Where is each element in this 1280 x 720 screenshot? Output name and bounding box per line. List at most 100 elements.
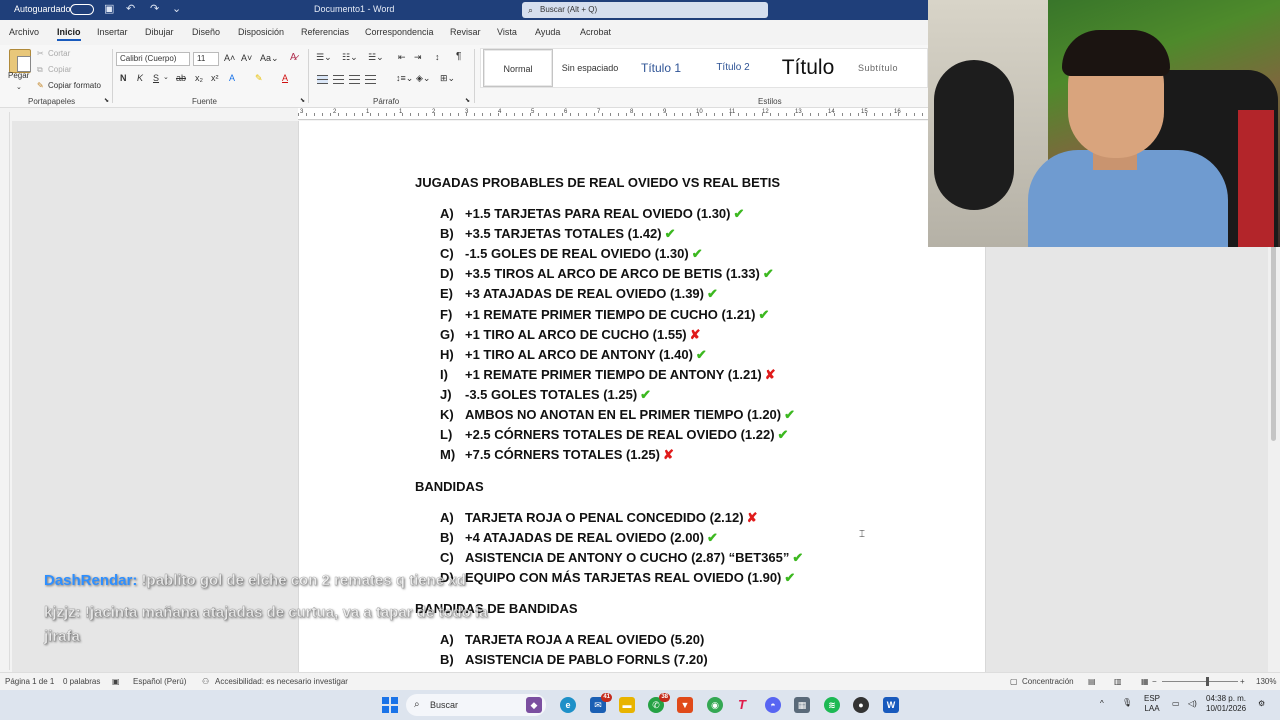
widgets-icon[interactable]: ◆	[526, 697, 542, 713]
clock[interactable]: 04:38 p. m. 10/01/2026	[1206, 694, 1246, 714]
accessibility-status[interactable]: Accesibilidad: es necesario investigar	[215, 677, 348, 686]
numbering-icon[interactable]: ☷⌄	[342, 52, 358, 63]
cut-icon[interactable]: ✂	[37, 49, 44, 58]
vertical-ruler[interactable]	[2, 112, 10, 670]
word-icon[interactable]: W	[883, 697, 899, 713]
align-left-icon[interactable]	[317, 75, 328, 84]
discord-icon[interactable]: ◓	[765, 697, 781, 713]
customize-quick-access-icon[interactable]: ⌄	[172, 3, 184, 15]
edge-icon[interactable]: e	[560, 697, 576, 713]
paste-dropdown-icon[interactable]: ⌄	[16, 83, 22, 91]
shading-icon[interactable]: ◈⌄	[416, 73, 430, 84]
spotify-icon[interactable]: ≋	[824, 697, 840, 713]
show-marks-icon[interactable]: ¶	[456, 51, 461, 62]
tab-archivo[interactable]: Archivo	[9, 27, 39, 37]
tab-disposicion[interactable]: Disposición	[238, 27, 284, 37]
tab-vista[interactable]: Vista	[497, 27, 517, 37]
brave-icon[interactable]: ▼	[677, 697, 693, 713]
page-count[interactable]: Página 1 de 1	[5, 677, 54, 686]
italic-icon[interactable]: K	[137, 73, 143, 83]
increase-indent-icon[interactable]: ⇥	[414, 52, 422, 63]
line-spacing-icon[interactable]: ↕≡⌄	[396, 73, 413, 84]
tab-revisar[interactable]: Revisar	[450, 27, 481, 37]
bullets-icon[interactable]: ☰⌄	[316, 52, 332, 63]
copy-icon[interactable]: ⧉	[37, 65, 43, 75]
horizontal-ruler[interactable]: 3 2 1 1 2 3 4 5 6 7 8 9 10 11 12 13 14 15 16	[298, 108, 928, 120]
clipboard-launcher-icon[interactable]: ⬊	[104, 97, 109, 104]
accessibility-icon[interactable]: ⚇	[202, 677, 209, 686]
font-name-select[interactable]: Calibri (Cuerpo)	[116, 52, 190, 66]
paste-button[interactable]: Pegar	[8, 71, 29, 80]
mail-icon[interactable]: ✉ 41	[590, 693, 612, 713]
tab-ayuda[interactable]: Ayuda	[535, 27, 560, 37]
style-heading-1[interactable]: Título 1	[627, 49, 695, 87]
format-painter-button[interactable]: Copiar formato	[48, 81, 101, 90]
zoom-in-icon[interactable]: +	[1240, 677, 1245, 686]
save-icon[interactable]: ▣	[104, 3, 116, 15]
whatsapp-icon[interactable]: ✆ 38	[648, 693, 670, 713]
tab-dibujar[interactable]: Dibujar	[145, 27, 174, 37]
font-size-select[interactable]: 11	[193, 52, 219, 66]
file-explorer-icon[interactable]: ▬	[619, 697, 635, 713]
undo-icon[interactable]: ↶	[126, 3, 138, 15]
calculator-icon[interactable]: ▦	[794, 697, 810, 713]
style-heading-2[interactable]: Título 2	[699, 49, 767, 87]
tray-overflow-icon[interactable]: ^	[1100, 699, 1104, 709]
word-count[interactable]: 0 palabras	[63, 677, 100, 686]
strikethrough-icon[interactable]: ab	[176, 73, 186, 83]
tab-diseno[interactable]: Diseño	[192, 27, 220, 37]
tab-acrobat[interactable]: Acrobat	[580, 27, 611, 37]
subscript-icon[interactable]: x₂	[195, 73, 203, 83]
underline-dropdown-icon[interactable]: ⌄	[163, 73, 169, 81]
microphone-icon[interactable]: 🎙	[1122, 698, 1132, 708]
bold-icon[interactable]: N	[120, 73, 127, 83]
print-layout-icon[interactable]: ▥	[1114, 677, 1122, 686]
volume-icon[interactable]: ◁)	[1188, 699, 1197, 709]
tab-insertar[interactable]: Insertar	[97, 27, 128, 37]
zoom-slider-thumb[interactable]	[1206, 677, 1209, 686]
justify-icon[interactable]	[365, 75, 376, 84]
tab-inicio[interactable]: Inicio	[57, 27, 81, 41]
web-layout-icon[interactable]: ▦	[1141, 677, 1149, 686]
grow-font-icon[interactable]: A˄	[224, 53, 235, 63]
sort-icon[interactable]: ↕	[435, 52, 440, 62]
copy-button[interactable]: Copiar	[48, 65, 72, 74]
autosave-toggle[interactable]	[70, 4, 94, 15]
clear-formatting-icon[interactable]: A̷	[290, 52, 297, 63]
text-effects-icon[interactable]: A	[229, 73, 235, 83]
windows-start-icon[interactable]	[382, 697, 398, 713]
cut-button[interactable]: Cortar	[48, 49, 70, 58]
tab-correspondencia[interactable]: Correspondencia	[365, 27, 434, 37]
format-painter-icon[interactable]: ✎	[37, 81, 44, 90]
search-box[interactable]: ⌕ Buscar (Alt + Q)	[522, 2, 768, 18]
language-switcher[interactable]: ESP LAA	[1144, 694, 1160, 714]
borders-icon[interactable]: ⊞⌄	[440, 73, 455, 84]
language-indicator[interactable]: Español (Perú)	[133, 677, 186, 686]
network-icon[interactable]: ▭	[1172, 699, 1180, 709]
redo-icon[interactable]: ↷	[150, 3, 162, 15]
paragraph-launcher-icon[interactable]: ⬊	[465, 97, 470, 104]
multilevel-list-icon[interactable]: ☱⌄	[368, 52, 384, 63]
focus-icon[interactable]: ▢	[1010, 677, 1018, 686]
style-normal[interactable]: Normal	[483, 49, 553, 87]
read-mode-icon[interactable]: ▤	[1088, 677, 1096, 686]
underline-icon[interactable]: S	[153, 73, 159, 83]
style-no-spacing[interactable]: Sin espaciado	[557, 49, 623, 87]
align-center-icon[interactable]	[333, 75, 344, 84]
zoom-slider[interactable]	[1162, 681, 1238, 682]
zoom-out-icon[interactable]: −	[1152, 677, 1157, 686]
style-title[interactable]: Título	[771, 49, 845, 87]
font-launcher-icon[interactable]: ⬊	[300, 97, 305, 104]
taskbar-search[interactable]: ⌕ Buscar	[406, 694, 546, 716]
proofing-icon[interactable]: ▣	[112, 677, 120, 686]
highlight-icon[interactable]: ✎	[255, 73, 263, 84]
decrease-indent-icon[interactable]: ⇤	[398, 52, 406, 63]
document-page[interactable]: JUGADAS PROBABLES DE REAL OVIEDO VS REAL…	[298, 121, 986, 672]
focus-mode[interactable]: Concentración	[1022, 677, 1074, 686]
notifications-icon[interactable]: ⚙	[1258, 699, 1265, 709]
font-color-icon[interactable]: A	[282, 73, 288, 83]
superscript-icon[interactable]: x²	[211, 73, 219, 83]
typora-icon[interactable]: T	[734, 697, 750, 713]
paste-icon[interactable]	[9, 49, 31, 73]
style-subtitle[interactable]: Subtítulo	[849, 49, 907, 87]
